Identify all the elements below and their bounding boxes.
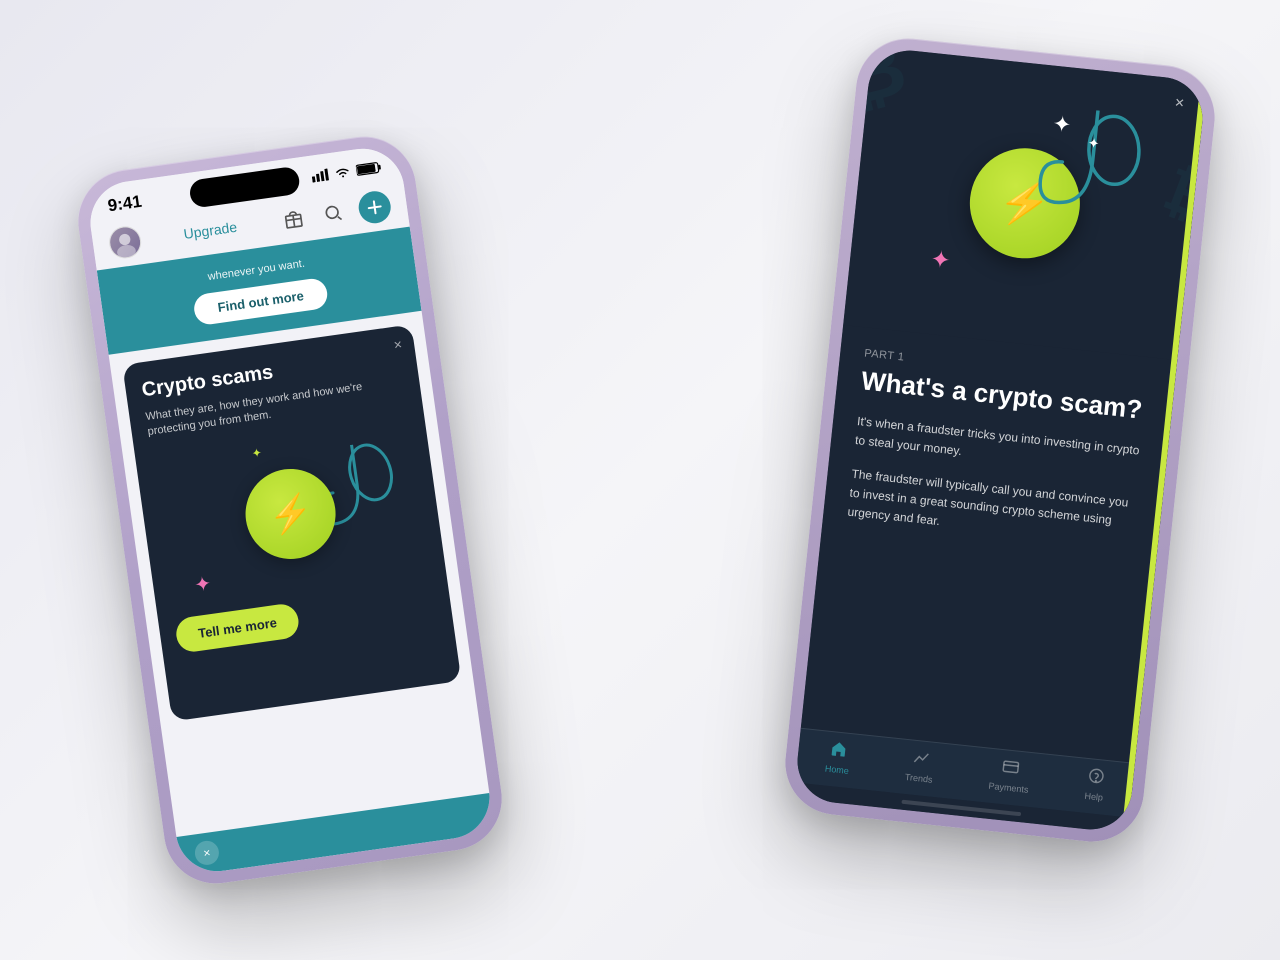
phone-right: × ₿ ₿ ✦ ✦ ✦ ⚡ [780, 33, 1220, 846]
battery-icon [355, 161, 382, 179]
avatar[interactable] [107, 224, 143, 260]
mini-notification: × [176, 793, 494, 877]
sparkle-pink-icon: ✦ [193, 571, 213, 598]
home-icon [829, 740, 849, 763]
signal-icon [311, 168, 330, 185]
text-content: PART 1 What's a crypto scam? It's when a… [801, 325, 1177, 763]
right-hook-illustration [1025, 104, 1147, 240]
nav-item-payments[interactable]: Payments [988, 757, 1031, 795]
add-button[interactable] [357, 189, 393, 225]
trends-icon [911, 749, 931, 772]
status-time: 9:41 [107, 192, 143, 217]
gift-icon-button[interactable] [278, 203, 310, 235]
illustration-area: ₿ ₿ ✦ ✦ ✦ ⚡ [843, 47, 1206, 361]
nav-icons [277, 189, 392, 236]
nav-item-trends[interactable]: Trends [904, 748, 935, 785]
nav-item-help[interactable]: Help [1084, 767, 1106, 803]
payments-icon [1000, 758, 1020, 781]
status-icons [311, 161, 382, 186]
phone-left: 9:41 [72, 130, 509, 890]
lightning-icon: ⚡ [265, 490, 315, 538]
right-screen-content: × ₿ ₿ ✦ ✦ ✦ ⚡ [793, 47, 1206, 834]
nav-label-trends: Trends [904, 772, 933, 785]
right-sparkle-yellow2-icon: ✦ [1052, 111, 1073, 139]
phone-left-frame: 9:41 [72, 130, 509, 890]
find-out-more-button[interactable]: Find out more [192, 277, 330, 326]
scene: 9:41 [40, 30, 1240, 930]
nav-label-home: Home [824, 764, 849, 776]
phone-right-screen: × ₿ ₿ ✦ ✦ ✦ ⚡ [793, 47, 1206, 834]
right-sparkle-pink-icon: ✦ [929, 245, 952, 276]
right-sparkle-yellow-icon: ✦ [1087, 135, 1100, 153]
phone-left-screen: 9:41 [85, 143, 495, 876]
crypto-illustration: ✦ ✦ ⚡ [151, 416, 431, 611]
help-icon [1086, 767, 1106, 790]
tell-me-more-button[interactable]: Tell me more [174, 602, 301, 654]
card-close-button[interactable]: × [393, 336, 403, 353]
article-paragraph-2: The fraudster will typically call you an… [847, 464, 1139, 551]
nav-label-help: Help [1084, 791, 1103, 803]
sparkle-yellow-icon: ✦ [251, 445, 263, 460]
upgrade-label[interactable]: Upgrade [183, 219, 238, 242]
avatar-image [108, 225, 142, 259]
nav-label-payments: Payments [988, 781, 1029, 795]
crypto-scams-card: × Crypto scams What they are, how they w… [122, 324, 461, 721]
search-icon-button[interactable] [317, 197, 349, 229]
phone-right-frame: × ₿ ₿ ✦ ✦ ✦ ⚡ [780, 33, 1220, 846]
wifi-icon [334, 165, 352, 182]
close-button-right[interactable]: × [1174, 94, 1185, 113]
nav-item-home[interactable]: Home [824, 740, 851, 776]
notification-close[interactable]: × [193, 839, 220, 866]
